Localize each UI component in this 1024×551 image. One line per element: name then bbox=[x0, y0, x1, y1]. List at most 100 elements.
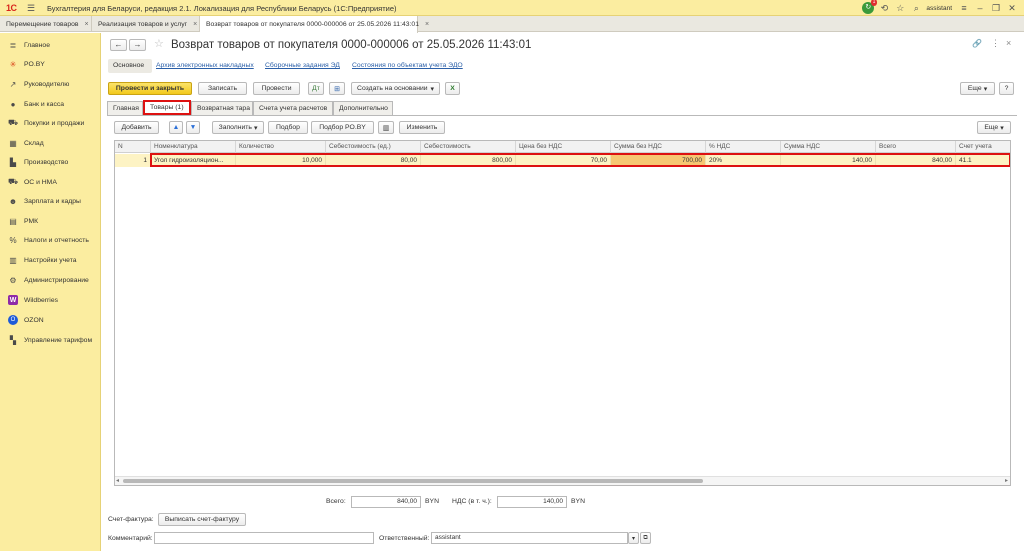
more-button[interactable]: Еще ▾ bbox=[960, 82, 995, 95]
col-unit-cost[interactable]: Себестоимость (ед.) bbox=[325, 141, 420, 153]
settings-menu-icon[interactable]: ≡ bbox=[956, 3, 972, 13]
tab-main[interactable]: Главная bbox=[107, 101, 143, 115]
sidebar-item-settings[interactable]: ▥ Настройки учета bbox=[0, 253, 101, 267]
ledger-icon: ▥ bbox=[9, 255, 17, 265]
sidebar-item-rmk[interactable]: ▤ РМК bbox=[0, 214, 101, 228]
sidebar-item-production[interactable]: ▙ Производство bbox=[0, 155, 101, 169]
doc-tab-sales[interactable]: Реализация товаров и услуг × bbox=[92, 16, 200, 32]
menu-lines-icon: ≣ bbox=[9, 40, 17, 50]
responsible-field[interactable]: assistant bbox=[431, 532, 628, 544]
fill-button[interactable]: Заполнить ▾ bbox=[212, 121, 264, 134]
close-tab-icon[interactable]: × bbox=[193, 21, 197, 28]
cash-register-icon: ▤ bbox=[9, 216, 17, 226]
sidebar-item-manager[interactable]: ↗ Руководителю bbox=[0, 77, 101, 91]
history-icon[interactable]: ⟲ bbox=[876, 3, 892, 14]
help-button[interactable]: ? bbox=[999, 82, 1014, 95]
comment-field[interactable] bbox=[154, 532, 374, 544]
pick-button[interactable]: Подбор bbox=[268, 121, 308, 134]
sidebar-item-wildberries[interactable]: W Wildberries bbox=[0, 293, 101, 307]
scroll-thumb[interactable] bbox=[123, 479, 703, 483]
change-button[interactable]: Изменить bbox=[399, 121, 445, 134]
doc-tab-return[interactable]: Возврат товаров от покупателя 0000-00000… bbox=[200, 16, 429, 33]
hamburger-icon[interactable]: ☰ bbox=[27, 3, 35, 14]
grid-icon: ▚ bbox=[9, 335, 17, 345]
scroll-right-icon[interactable]: ▸ bbox=[1005, 477, 1008, 485]
subnav-assembly-link[interactable]: Сборочные задания ЭД bbox=[265, 62, 340, 69]
col-cost[interactable]: Себестоимость bbox=[420, 141, 515, 153]
create-on-basis-button[interactable]: Создать на основании ▾ bbox=[351, 82, 440, 95]
sidebar-item-ozon[interactable]: O OZON bbox=[0, 313, 101, 327]
horizontal-scrollbar[interactable]: ◂ ▸ bbox=[115, 476, 1010, 485]
sidebar-item-label: Склад bbox=[24, 139, 44, 147]
sidebar-item-warehouse[interactable]: ▦ Склад bbox=[0, 136, 101, 150]
col-account[interactable]: Счет учета bbox=[955, 141, 1010, 153]
structure-icon[interactable]: ⊞ bbox=[329, 82, 345, 95]
table-more-button[interactable]: Еще ▾ bbox=[977, 121, 1011, 134]
sidebar-item-main[interactable]: ≣ Главное bbox=[0, 38, 101, 52]
close-tab-icon[interactable]: × bbox=[425, 21, 429, 28]
sidebar-item-assets[interactable]: ⛟ ОС и НМА bbox=[0, 175, 101, 189]
col-vat-sum[interactable]: Сумма НДС bbox=[780, 141, 875, 153]
back-button[interactable]: ← bbox=[110, 39, 127, 51]
post-and-close-button[interactable]: Провести и закрыть bbox=[108, 82, 192, 95]
link-icon[interactable]: 🔗 bbox=[972, 39, 982, 48]
scroll-left-icon[interactable]: ◂ bbox=[116, 477, 119, 485]
col-sum-no-vat[interactable]: Сумма без НДС bbox=[610, 141, 705, 153]
tab-additional[interactable]: Дополнительно bbox=[333, 101, 393, 115]
favorite-star-icon[interactable]: ☆ bbox=[154, 37, 164, 50]
more-vert-icon[interactable]: ⋮ bbox=[991, 38, 1000, 49]
fill-label: Заполнить bbox=[218, 124, 252, 131]
pick-poby-button[interactable]: Подбор PO.BY bbox=[311, 121, 374, 134]
col-price-no-vat[interactable]: Цена без НДС bbox=[515, 141, 610, 153]
search-icon[interactable]: ⌕ bbox=[908, 3, 924, 14]
move-down-button[interactable]: ▼ bbox=[186, 121, 200, 134]
issue-invoice-button[interactable]: Выписать счет-фактуру bbox=[158, 513, 246, 526]
save-button[interactable]: Записать bbox=[198, 82, 247, 95]
journal-icon[interactable]: Дт bbox=[308, 82, 324, 95]
sidebar-item-salary[interactable]: ☻ Зарплата и кадры bbox=[0, 194, 101, 208]
sidebar-item-label: Администрирование bbox=[24, 276, 89, 284]
minimize-icon[interactable]: – bbox=[972, 3, 988, 13]
forward-button[interactable]: → bbox=[129, 39, 146, 51]
tab-goods[interactable]: Товары (1) bbox=[143, 100, 191, 115]
subnav-main[interactable]: Основное bbox=[113, 62, 144, 69]
subnav-edo-link[interactable]: Состояния по объектам учета ЭДО bbox=[352, 62, 463, 69]
doc-tab-transfer[interactable]: Перемещение товаров × bbox=[0, 16, 92, 32]
post-button[interactable]: Провести bbox=[253, 82, 300, 95]
responsible-dropdown-icon[interactable]: ▾ bbox=[628, 532, 639, 544]
sidebar-item-purchases[interactable]: ⛟ Покупки и продажи bbox=[0, 116, 101, 130]
close-form-icon[interactable]: × bbox=[1006, 38, 1011, 48]
col-n[interactable]: N bbox=[115, 141, 150, 153]
excel-icon[interactable]: X bbox=[445, 82, 460, 95]
goods-table[interactable]: N Номенклатура Количество Себестоимость … bbox=[114, 140, 1011, 486]
vat-label: НДС (в т. ч.): bbox=[452, 498, 492, 505]
cell-n[interactable]: 1 bbox=[115, 154, 150, 167]
col-quantity[interactable]: Количество bbox=[235, 141, 325, 153]
warehouse-icon: ▦ bbox=[9, 138, 17, 148]
tab-returnable-packaging[interactable]: Возвратная тара bbox=[191, 101, 253, 115]
close-icon[interactable]: ✕ bbox=[1004, 3, 1020, 14]
close-tab-icon[interactable]: × bbox=[85, 21, 89, 28]
responsible-open-icon[interactable]: ⧉ bbox=[640, 532, 651, 544]
sidebar-item-taxes[interactable]: % Налоги и отчетность bbox=[0, 233, 101, 247]
trend-icon: ↗ bbox=[9, 79, 17, 89]
add-button[interactable]: Добавить bbox=[114, 121, 159, 134]
tab-settlement-accounts[interactable]: Счета учета расчетов bbox=[253, 101, 333, 115]
notification-icon[interactable]: ↻ 1 bbox=[862, 0, 878, 14]
subnav-archive-link[interactable]: Архив электронных накладных bbox=[156, 62, 254, 69]
col-total[interactable]: Всего bbox=[875, 141, 955, 153]
sidebar-item-tariff[interactable]: ▚ Управление тарифом bbox=[0, 333, 101, 347]
sidebar-item-poby[interactable]: ✳ PO.BY bbox=[0, 57, 101, 71]
barcode-icon[interactable]: ▥ bbox=[378, 121, 394, 134]
page-title: Возврат товаров от покупателя 0000-00000… bbox=[171, 39, 532, 51]
total-field: 840,00 bbox=[351, 496, 421, 508]
favorites-icon[interactable]: ☆ bbox=[892, 3, 908, 14]
restore-icon[interactable]: ❐ bbox=[988, 3, 1004, 14]
move-up-button[interactable]: ▲ bbox=[169, 121, 183, 134]
user-name[interactable]: assistant bbox=[926, 5, 952, 12]
col-nomenclature[interactable]: Номенклатура bbox=[150, 141, 235, 153]
sidebar-item-label: Покупки и продажи bbox=[24, 119, 85, 127]
sidebar-item-bank[interactable]: ● Банк и касса bbox=[0, 97, 101, 111]
col-vat-rate[interactable]: % НДС bbox=[705, 141, 780, 153]
sidebar-item-admin[interactable]: ⚙ Администрирование bbox=[0, 273, 101, 287]
